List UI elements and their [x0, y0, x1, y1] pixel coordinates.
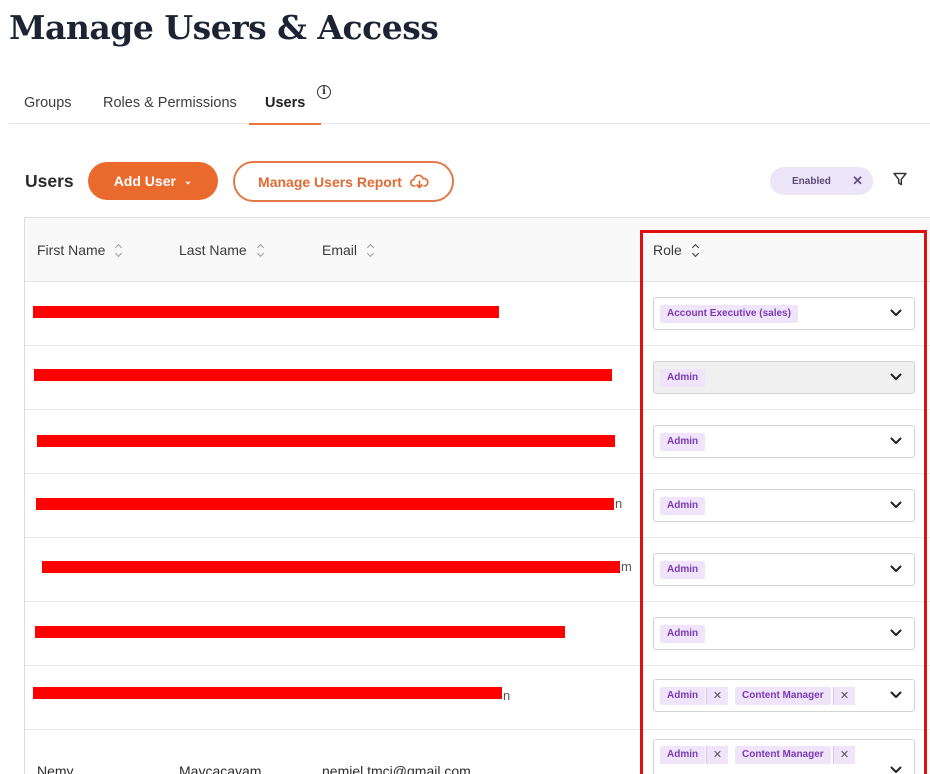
report-label: Manage Users Report [258, 173, 402, 190]
table-header: First Name Last Name Email Role [25, 218, 930, 282]
column-email[interactable]: Email [322, 242, 375, 258]
role-tag: Admin [660, 369, 706, 387]
role-tag: Admin [660, 746, 706, 764]
page-title: Manage Users & Access [9, 8, 439, 47]
chevron-down-icon [890, 629, 902, 636]
column-first-name[interactable]: First Name [37, 242, 123, 258]
close-icon[interactable]: ✕ [833, 687, 855, 705]
info-icon[interactable]: i [317, 85, 331, 99]
users-heading: Users [25, 171, 74, 191]
tab-groups[interactable]: Groups [24, 82, 72, 123]
chevron-down-icon [890, 565, 902, 572]
tab-bar: Groups Roles & Permissions Users i [9, 82, 930, 125]
table-row[interactable]: m Admin [25, 538, 930, 602]
tab-roles-permissions[interactable]: Roles & Permissions [103, 82, 237, 123]
table-row[interactable]: Admin [25, 602, 930, 666]
redaction-bar [36, 498, 614, 510]
redaction-bar [37, 435, 615, 447]
cloud-download-icon [410, 174, 429, 189]
chevron-down-icon [890, 437, 902, 444]
role-tag: Admin [660, 433, 706, 451]
table-row[interactable]: Admin [25, 410, 930, 474]
close-icon[interactable]: ✕ [706, 687, 728, 705]
filter-chip-label: Enabled [792, 175, 831, 187]
redaction-bar [33, 306, 499, 318]
email-fragment: m [621, 559, 632, 574]
table-row[interactable]: Account Executive (sales) [25, 282, 930, 346]
sort-icon [692, 243, 700, 257]
tab-users[interactable]: Users [248, 82, 322, 125]
role-tag: Account Executive (sales) [660, 305, 798, 323]
chevron-down-icon [890, 309, 902, 316]
redaction-bar [33, 687, 502, 699]
close-icon[interactable]: ✕ [706, 746, 728, 764]
role-tag: Admin [660, 687, 706, 705]
redaction-bar [42, 561, 620, 573]
add-user-label: Add User [113, 173, 176, 189]
role-tag: Admin [660, 561, 706, 579]
chevron-down-icon: ⌄ [183, 175, 193, 187]
role-tag: Content Manager [735, 746, 831, 764]
chevron-down-icon [890, 373, 902, 380]
role-select[interactable]: Admin [653, 489, 915, 522]
column-last-name[interactable]: Last Name [179, 242, 265, 258]
chevron-down-icon [890, 691, 902, 698]
table-row[interactable]: n Admin [25, 474, 930, 538]
redaction-bar [35, 626, 565, 638]
chevron-down-icon [890, 766, 902, 773]
add-user-button[interactable]: Add User ⌄ [88, 162, 218, 200]
close-icon[interactable]: ✕ [852, 173, 863, 189]
role-select[interactable]: Admin ✕ Content Manager ✕ [653, 739, 915, 774]
table-row[interactable]: Nemy Maycacayam nemiel.tmci@gmail.com Ad… [25, 730, 930, 774]
role-select[interactable]: Admin [653, 361, 915, 394]
manage-users-report-button[interactable]: Manage Users Report [233, 161, 454, 202]
enabled-filter-chip: Enabled ✕ [770, 167, 873, 195]
table-row[interactable]: n Admin ✕ Content Manager ✕ [25, 666, 930, 730]
email-fragment: n [503, 688, 511, 703]
role-select[interactable]: Admin [653, 425, 915, 458]
email-cell: nemiel.tmci@gmail.com [322, 763, 471, 774]
column-role[interactable]: Role [653, 242, 700, 258]
sort-icon [115, 243, 123, 257]
role-tag: Content Manager [735, 687, 831, 705]
close-icon[interactable]: ✕ [833, 746, 855, 764]
first-name-cell: Nemy [37, 763, 74, 774]
redaction-bar [34, 369, 612, 381]
role-tag: Admin [660, 625, 706, 643]
filter-icon[interactable] [892, 171, 908, 187]
sort-icon [367, 243, 375, 257]
last-name-cell: Maycacayam [179, 763, 262, 774]
role-select[interactable]: Admin [653, 553, 915, 586]
role-select[interactable]: Admin ✕ Content Manager ✕ [653, 679, 915, 712]
sort-icon [257, 243, 265, 257]
role-select[interactable]: Admin [653, 617, 915, 650]
users-table: First Name Last Name Email Role Account … [24, 217, 930, 774]
role-tag: Admin [660, 497, 706, 515]
chevron-down-icon [890, 501, 902, 508]
table-row[interactable]: Admin [25, 346, 930, 410]
role-select[interactable]: Account Executive (sales) [653, 297, 915, 330]
email-fragment: n [615, 496, 623, 511]
